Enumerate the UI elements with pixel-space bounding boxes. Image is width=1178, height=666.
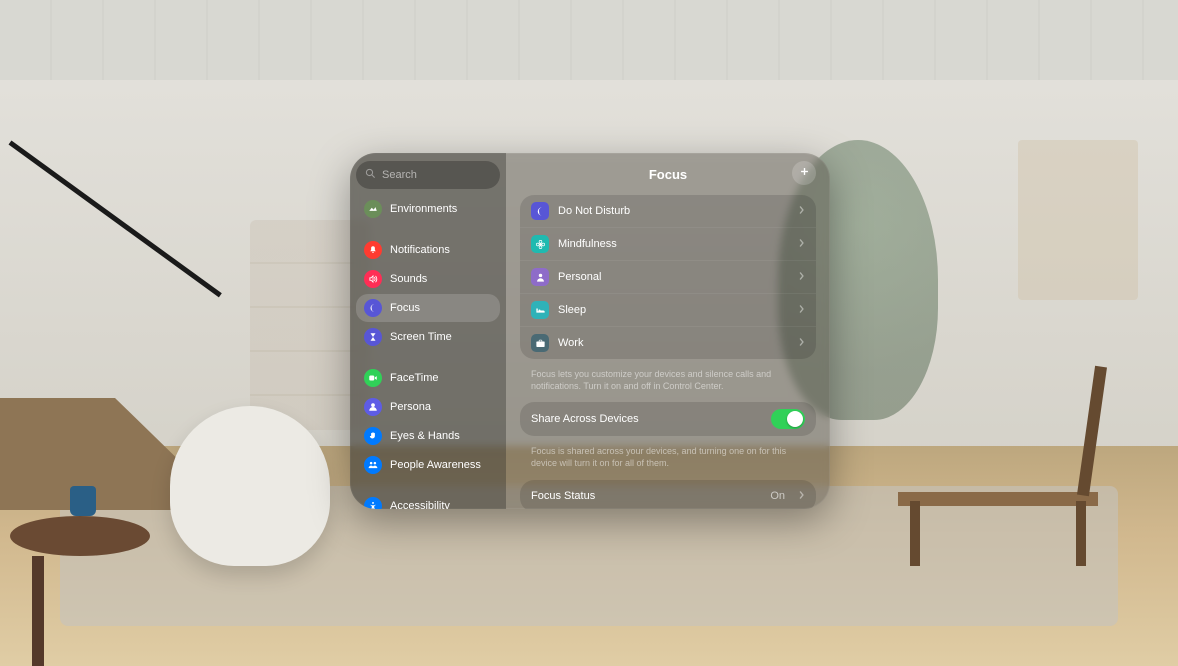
focus-mode-work[interactable]: Work <box>520 327 816 359</box>
sidebar-item-facetime[interactable]: FaceTime <box>356 364 500 392</box>
persona-icon <box>364 398 382 416</box>
chevron-right-icon <box>798 301 805 319</box>
sidebar-item-focus[interactable]: Focus <box>356 294 500 322</box>
sidebar-item-label: Environments <box>390 203 457 215</box>
row-label: Sleep <box>558 304 789 316</box>
page-title: Focus <box>649 167 687 182</box>
focus-modes-group: Do Not Disturb Mindfulness Personal Slee… <box>520 195 816 359</box>
sidebar-item-label: Screen Time <box>390 331 452 343</box>
sidebar-item-persona[interactable]: Persona <box>356 393 500 421</box>
sidebar-item-environments[interactable]: Environments <box>356 195 500 223</box>
search-input[interactable] <box>382 169 491 181</box>
search-field[interactable] <box>356 161 500 189</box>
person-icon <box>531 268 549 286</box>
row-label: Do Not Disturb <box>558 205 789 217</box>
sidebar-item-people-awareness[interactable]: People Awareness <box>356 451 500 479</box>
briefcase-icon <box>531 334 549 352</box>
row-label: Work <box>558 337 789 349</box>
sidebar: Environments Notifications Sounds Focus … <box>350 153 506 509</box>
speaker-icon <box>364 270 382 288</box>
sidebar-item-eyes-hands[interactable]: Eyes & Hands <box>356 422 500 450</box>
people-icon <box>364 456 382 474</box>
focus-status-row[interactable]: Focus Status On <box>520 480 816 509</box>
sidebar-item-label: Focus <box>390 302 420 314</box>
row-label: Personal <box>558 271 789 283</box>
bell-icon <box>364 241 382 259</box>
sidebar-item-label: Eyes & Hands <box>390 430 460 442</box>
sidebar-item-notifications[interactable]: Notifications <box>356 236 500 264</box>
focus-mode-dnd[interactable]: Do Not Disturb <box>520 195 816 228</box>
sidebar-item-label: Sounds <box>390 273 427 285</box>
moon-icon <box>531 202 549 220</box>
focus-mode-mindfulness[interactable]: Mindfulness <box>520 228 816 261</box>
focus-modes-caption: Focus lets you customize your devices an… <box>520 365 816 402</box>
row-label: Focus Status <box>531 490 761 502</box>
add-focus-button[interactable] <box>792 161 816 185</box>
main-panel: Focus Do Not Disturb Mindfulness Persona… <box>506 153 830 509</box>
focus-mode-sleep[interactable]: Sleep <box>520 294 816 327</box>
sidebar-item-sounds[interactable]: Sounds <box>356 265 500 293</box>
settings-window: Environments Notifications Sounds Focus … <box>350 153 830 509</box>
header: Focus <box>520 161 816 187</box>
facetime-icon <box>364 369 382 387</box>
moon-icon <box>364 299 382 317</box>
sidebar-item-label: Notifications <box>390 244 450 256</box>
plus-icon <box>799 164 810 182</box>
focus-mode-personal[interactable]: Personal <box>520 261 816 294</box>
sidebar-item-label: Persona <box>390 401 431 413</box>
row-label: Share Across Devices <box>531 413 762 425</box>
chevron-right-icon <box>798 487 805 505</box>
share-toggle[interactable] <box>771 409 805 429</box>
share-across-devices-row[interactable]: Share Across Devices <box>520 402 816 436</box>
sidebar-item-label: FaceTime <box>390 372 439 384</box>
row-label: Mindfulness <box>558 238 789 250</box>
chevron-right-icon <box>798 268 805 286</box>
status-group: Focus Status On <box>520 480 816 509</box>
share-group: Share Across Devices <box>520 402 816 436</box>
environments-icon <box>364 200 382 218</box>
hand-icon <box>364 427 382 445</box>
chevron-right-icon <box>798 334 805 352</box>
sidebar-item-accessibility[interactable]: Accessibility <box>356 492 500 509</box>
share-caption: Focus is shared across your devices, and… <box>520 442 816 479</box>
sidebar-item-screen-time[interactable]: Screen Time <box>356 323 500 351</box>
hourglass-icon <box>364 328 382 346</box>
chevron-right-icon <box>798 202 805 220</box>
accessibility-icon <box>364 497 382 509</box>
chevron-right-icon <box>798 235 805 253</box>
sidebar-item-label: People Awareness <box>390 459 481 471</box>
row-value: On <box>770 490 785 502</box>
bed-icon <box>531 301 549 319</box>
sidebar-item-label: Accessibility <box>390 500 450 509</box>
mindfulness-icon <box>531 235 549 253</box>
search-icon <box>365 166 376 184</box>
